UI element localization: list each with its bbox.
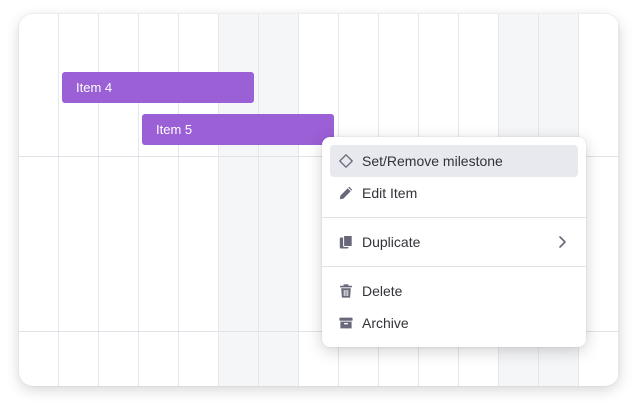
menu-item-label: Archive xyxy=(362,315,409,331)
menu-item-set-remove-milestone[interactable]: Set/Remove milestone xyxy=(330,145,578,177)
menu-item-delete[interactable]: Delete xyxy=(330,275,578,307)
menu-item-label: Edit Item xyxy=(362,185,418,201)
menu-separator xyxy=(322,217,586,218)
context-menu: Set/Remove milestone Edit Item Duplicate xyxy=(322,137,586,347)
pencil-icon xyxy=(338,185,354,201)
menu-item-archive[interactable]: Archive xyxy=(330,307,578,339)
menu-item-duplicate[interactable]: Duplicate xyxy=(330,226,578,258)
menu-item-label: Delete xyxy=(362,283,403,299)
gantt-bar-label: Item 5 xyxy=(156,122,193,137)
gantt-bar-label: Item 4 xyxy=(76,80,113,95)
chevron-right-icon xyxy=(554,234,570,250)
duplicate-icon xyxy=(338,234,354,250)
gantt-bar-item-5[interactable]: Item 5 xyxy=(142,114,334,145)
menu-item-edit-item[interactable]: Edit Item xyxy=(330,177,578,209)
gantt-bar-item-4[interactable]: Item 4 xyxy=(62,72,254,103)
menu-separator xyxy=(322,266,586,267)
archive-icon xyxy=(338,315,354,331)
diamond-icon xyxy=(338,153,354,169)
menu-item-label: Set/Remove milestone xyxy=(362,153,503,169)
trash-icon xyxy=(338,283,354,299)
menu-item-label: Duplicate xyxy=(362,234,421,250)
